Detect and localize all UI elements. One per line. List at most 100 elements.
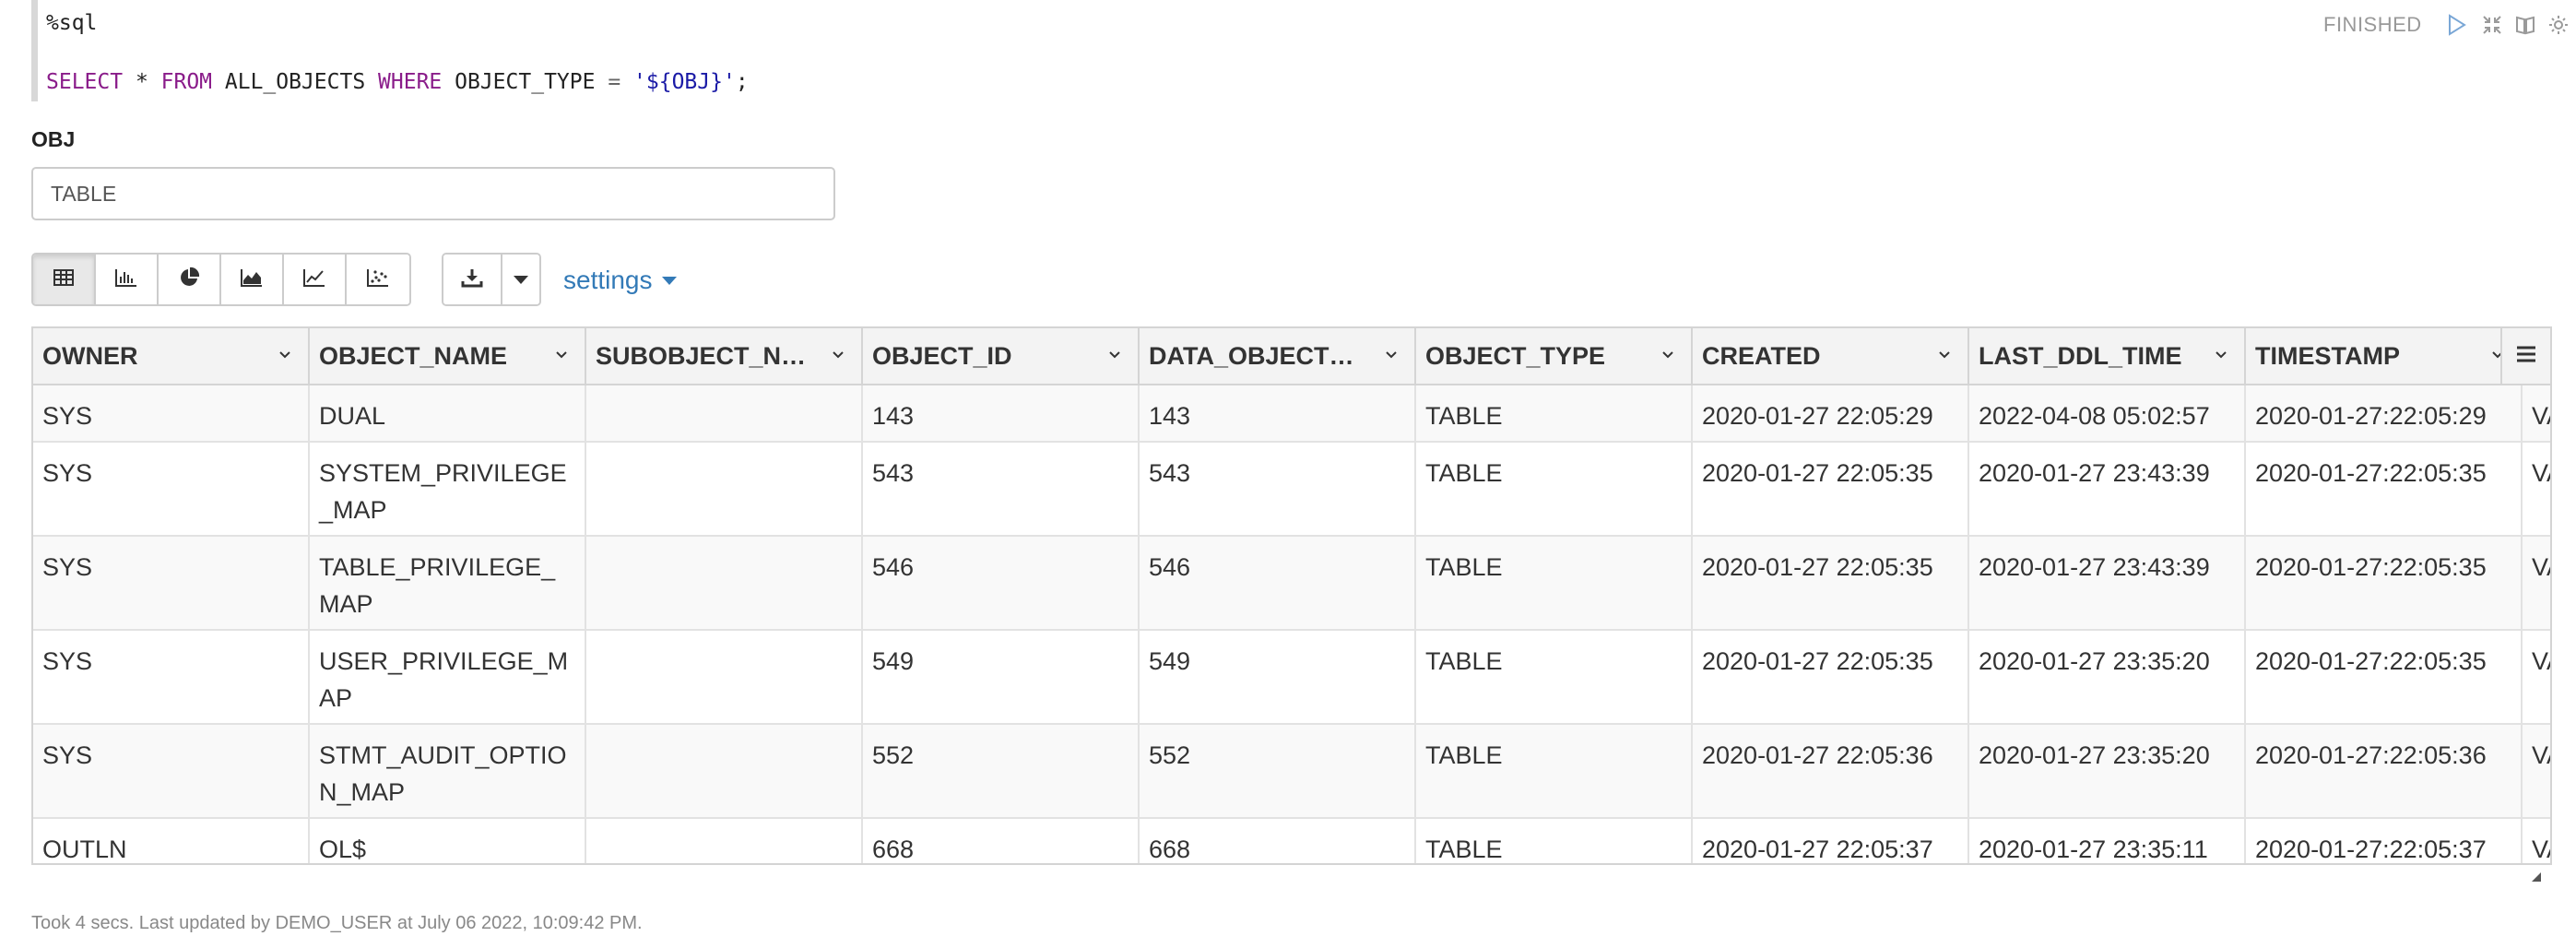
table-cell: USER_PRIVILEGE_MAP — [310, 631, 586, 723]
table-cell: OUTLN — [33, 819, 310, 863]
table-cell: 552 — [863, 725, 1140, 817]
table-cell: OL$ — [310, 819, 586, 863]
table-cell: 543 — [1140, 443, 1416, 535]
settings-label: settings — [563, 266, 653, 294]
column-menu-icon[interactable] — [555, 349, 568, 361]
table-cell — [586, 819, 863, 863]
table-cell: 2020-01-27 23:43:39 — [1969, 443, 2246, 535]
collapse-icon[interactable] — [2480, 13, 2504, 37]
table-cell: VA — [2523, 631, 2550, 723]
caret-down-icon — [661, 276, 677, 285]
param-label: OBJ — [31, 127, 76, 151]
column-header[interactable]: OWNER — [33, 328, 310, 384]
column-header[interactable]: OBJECT_TYPE — [1416, 328, 1693, 384]
table-cell: TABLE — [1416, 819, 1693, 863]
table-cell: SYS — [33, 725, 310, 817]
table-cell: 2022-04-08 05:02:57 — [1969, 385, 2246, 441]
code-table: ALL_OBJECTS — [212, 70, 379, 94]
table-cell: VA — [2523, 537, 2550, 629]
book-icon[interactable] — [2513, 13, 2537, 37]
table-cell: 2020-01-27:22:05:35 — [2246, 537, 2523, 629]
run-info: Took 4 secs. Last updated by DEMO_USER a… — [31, 913, 643, 933]
grid-menu-button[interactable] — [2500, 328, 2550, 385]
table-cell: 546 — [863, 537, 1140, 629]
table-cell: STMT_AUDIT_OPTION_MAP — [310, 725, 586, 817]
code-operator: = — [608, 70, 621, 94]
table-cell: TABLE — [1416, 443, 1693, 535]
table-cell: 2020-01-27:22:05:35 — [2246, 443, 2523, 535]
table-cell: TABLE — [1416, 725, 1693, 817]
column-header[interactable]: OBJECT_NAME — [310, 328, 586, 384]
code-literal: '${OBJ}' — [633, 70, 736, 94]
table-cell: 2020-01-27 23:35:11 — [1969, 819, 2246, 863]
column-header[interactable]: CREATED — [1693, 328, 1969, 384]
table-cell: 552 — [1140, 725, 1416, 817]
table-cell — [586, 725, 863, 817]
column-header[interactable]: OBJECT_ID — [863, 328, 1140, 384]
param-input[interactable] — [31, 167, 835, 220]
table-cell — [586, 537, 863, 629]
resize-handle-icon[interactable] — [2530, 871, 2543, 883]
code-line-magic[interactable]: %sql — [46, 11, 97, 35]
viz-button-group — [31, 253, 411, 306]
settings-toggle[interactable]: settings — [563, 266, 677, 295]
bar-chart-button[interactable] — [96, 255, 159, 304]
download-dropdown-button[interactable] — [502, 255, 539, 304]
table-cell: 2020-01-27 22:05:37 — [1693, 819, 1969, 863]
paragraph-status: FINISHED — [2323, 13, 2422, 36]
pie-chart-icon — [178, 267, 200, 293]
editor-gutter — [31, 0, 38, 101]
table-cell: 2020-01-27:22:05:37 — [2246, 819, 2523, 863]
column-menu-icon[interactable] — [1661, 349, 1674, 361]
download-button[interactable] — [443, 255, 502, 304]
table-cell — [586, 631, 863, 723]
scatter-chart-icon — [366, 267, 390, 292]
table-cell: VA — [2523, 725, 2550, 817]
line-chart-button[interactable] — [284, 255, 347, 304]
table-cell: 668 — [863, 819, 1140, 863]
table-cell: 2020-01-27 22:05:35 — [1693, 443, 1969, 535]
table-cell: 143 — [863, 385, 1140, 441]
table-cell: 668 — [1140, 819, 1416, 863]
table-cell: 2020-01-27 22:05:35 — [1693, 537, 1969, 629]
table-header-row: OWNER OBJECT_NAME SUBOBJECT_NA… OBJECT_I… — [33, 328, 2550, 385]
column-header[interactable]: TIMESTAMP — [2246, 328, 2523, 384]
table-cell: 546 — [1140, 537, 1416, 629]
table-cell: SYS — [33, 537, 310, 629]
table-row: SYS USER_PRIVILEGE_MAP 549 549 TABLE 2020-01-… — [33, 631, 2550, 725]
code-star: * — [123, 70, 161, 94]
code-magic: %sql — [46, 11, 98, 35]
column-header[interactable]: DATA_OBJECT_ID — [1140, 328, 1416, 384]
code-line-query[interactable]: SELECT * FROM ALL_OBJECTS WHERE OBJECT_T… — [46, 70, 749, 94]
settings-gear-icon[interactable] — [2546, 13, 2570, 37]
column-header[interactable]: SUBOBJECT_NA… — [586, 328, 863, 384]
table-cell: DUAL — [310, 385, 586, 441]
table-cell: 549 — [1140, 631, 1416, 723]
table-row: SYS SYSTEM_PRIVILEGE_MAP 543 543 TABLE 2020-0… — [33, 443, 2550, 537]
table-row: OUTLN OL$ 668 668 TABLE 2020-01-27 22:05:37 20… — [33, 819, 2550, 863]
column-header[interactable]: LAST_DDL_TIME — [1969, 328, 2246, 384]
column-menu-icon[interactable] — [832, 349, 845, 361]
area-chart-button[interactable] — [221, 255, 284, 304]
table-view-button[interactable] — [33, 255, 96, 304]
result-table: OWNER OBJECT_NAME SUBOBJECT_NA… OBJECT_I… — [31, 326, 2552, 865]
column-menu-icon[interactable] — [1108, 349, 1121, 361]
table-cell: VA — [2523, 385, 2550, 441]
line-chart-icon — [302, 267, 326, 292]
column-menu-icon[interactable] — [278, 349, 291, 361]
column-menu-icon[interactable] — [2215, 349, 2227, 361]
code-column: OBJECT_TYPE — [442, 70, 609, 94]
table-cell: 2020-01-27 22:05:36 — [1693, 725, 1969, 817]
code-end: ; — [735, 70, 749, 94]
table-cell: 2020-01-27 22:05:29 — [1693, 385, 1969, 441]
pie-chart-button[interactable] — [159, 255, 221, 304]
table-cell: SYSTEM_PRIVILEGE_MAP — [310, 443, 586, 535]
table-cell: 2020-01-27:22:05:29 — [2246, 385, 2523, 441]
column-menu-icon[interactable] — [1385, 349, 1398, 361]
download-button-group — [442, 253, 541, 306]
code-keyword-select: SELECT — [46, 70, 124, 94]
column-menu-icon[interactable] — [1938, 349, 1951, 361]
table-cell: 2020-01-27 23:35:20 — [1969, 631, 2246, 723]
run-icon[interactable] — [2445, 13, 2469, 37]
scatter-chart-button[interactable] — [347, 255, 409, 304]
